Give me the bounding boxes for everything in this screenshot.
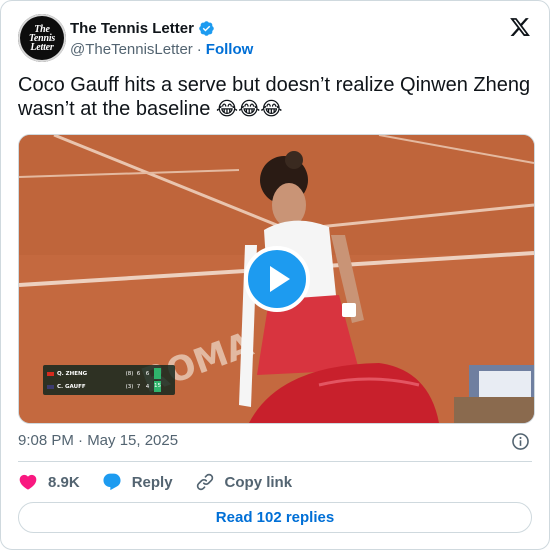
avatar-logo: The Tennis Letter <box>28 23 56 53</box>
play-button[interactable] <box>244 246 310 312</box>
set-score: 6 <box>136 370 141 377</box>
scoreboard: Q. ZHENG (8) 6 6 C. GAUFF (3) 7 4 15 <box>43 365 175 395</box>
tweet-actions: 8.9K Reply Copy link <box>18 470 314 494</box>
video-player[interactable]: ROMA Q. ZHENG (8) 6 6 C. GAUFF (3) 7 4 1… <box>18 134 535 424</box>
tweet-header: The Tennis Letter The Tennis Letter @The… <box>18 14 532 62</box>
copy-link-button[interactable]: Copy link <box>195 472 293 492</box>
divider <box>18 461 532 462</box>
verified-badge-icon <box>199 20 214 36</box>
tweet-timestamp[interactable]: 9:08 PM · May 15, 2025 <box>18 432 178 449</box>
separator-dot: · <box>196 40 202 58</box>
author-handle[interactable]: @TheTennisLetter <box>70 41 193 58</box>
speech-bubble-icon <box>103 473 121 491</box>
set-score: 7 <box>136 383 141 390</box>
like-count: 8.9K <box>48 473 80 491</box>
tweet-emojis: 😂😂😂 <box>215 98 283 120</box>
player-name: Q. ZHENG <box>57 370 88 377</box>
author-info: The Tennis Letter @TheTennisLetter · Fol… <box>70 18 253 59</box>
reply-label: Reply <box>131 473 173 491</box>
scoreboard-row: Q. ZHENG (8) 6 6 <box>43 367 175 380</box>
scoreboard-row: C. GAUFF (3) 7 4 15 <box>43 380 175 393</box>
player-name: C. GAUFF <box>57 383 86 390</box>
copy-link-label: Copy link <box>224 473 293 491</box>
game-score: 4 <box>145 383 150 390</box>
play-icon <box>269 266 290 292</box>
follow-button[interactable]: Follow <box>206 41 254 58</box>
author-display-name[interactable]: The Tennis Letter <box>70 20 194 37</box>
read-replies-button[interactable]: Read 102 replies <box>18 502 532 533</box>
tweet-text: Coco Gauff hits a serve but doesn’t real… <box>18 73 538 121</box>
x-logo-icon[interactable] <box>508 16 532 38</box>
tweet-card: The Tennis Letter The Tennis Letter @The… <box>0 0 550 550</box>
like-button[interactable]: 8.9K <box>18 472 80 492</box>
flag-icon <box>47 384 54 389</box>
point-score: 15 <box>154 381 161 392</box>
reply-button[interactable]: Reply <box>102 472 173 492</box>
link-icon <box>196 473 213 491</box>
player-seed: (8) <box>125 370 134 377</box>
author-avatar[interactable]: The Tennis Letter <box>18 14 66 62</box>
point-score <box>154 368 161 379</box>
heart-icon <box>19 474 37 490</box>
game-score: 6 <box>145 370 150 377</box>
flag-icon <box>47 371 54 376</box>
info-icon[interactable] <box>511 432 530 451</box>
player-seed: (3) <box>125 383 134 390</box>
